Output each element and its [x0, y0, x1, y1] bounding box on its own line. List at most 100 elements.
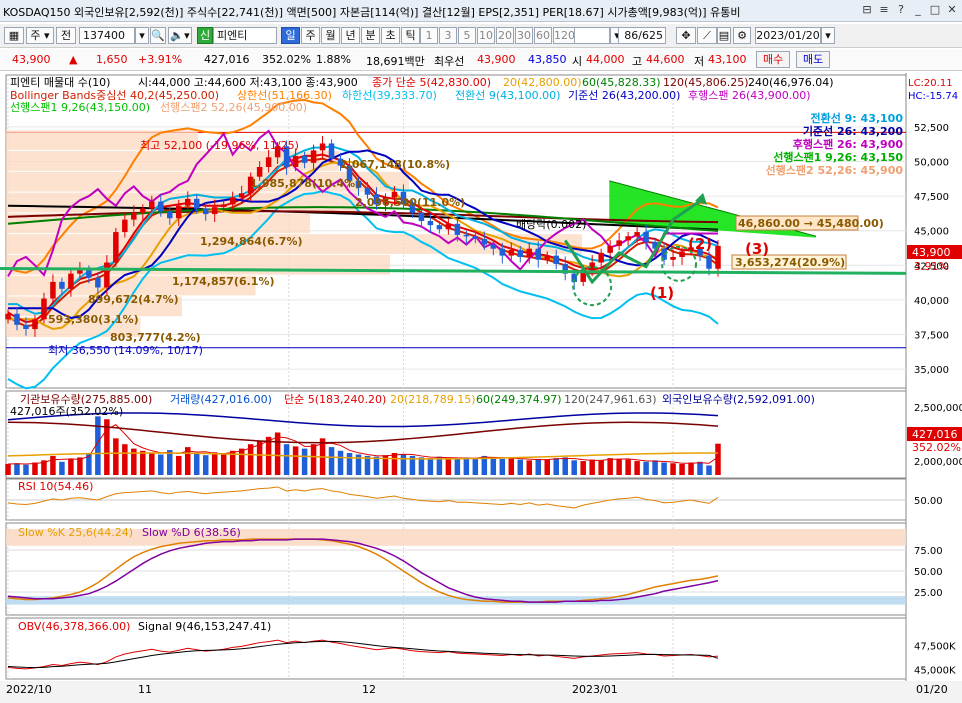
interval-tab-5[interactable]: 초: [381, 27, 400, 44]
minute-option-3[interactable]: 3: [439, 27, 457, 44]
menu-icon[interactable]: ≡: [877, 3, 891, 17]
candle-body-55: [499, 248, 506, 256]
volume-bar-24: [220, 453, 227, 475]
legend-vol-ma5: 단순 5(183,240.20): [284, 393, 386, 406]
window-titlebar: KOSDAQ150 외국인보유[2,592(천)] 주식수[22,741(천)]…: [0, 0, 962, 22]
candle-body-61: [553, 255, 559, 264]
candle-body-26: [238, 193, 245, 198]
interval-tab-6[interactable]: 틱: [401, 27, 420, 44]
stock-name-field: 피엔티: [213, 27, 277, 44]
candle-body-70: [634, 232, 640, 237]
volume-bar-51: [463, 457, 470, 475]
candle-body-71: [643, 232, 649, 242]
draw-tool-icon[interactable]: ⟋: [697, 27, 717, 44]
market-dropdown[interactable]: 주 ▾: [26, 27, 54, 44]
candle-body-18: [167, 211, 173, 219]
code-input[interactable]: 137400: [79, 27, 135, 44]
candle-body-11: [104, 262, 110, 288]
volume-bar-58: [526, 460, 533, 475]
candle-body-20: [184, 198, 191, 206]
stoch-tick-1: 50.00: [914, 567, 943, 578]
search-icon[interactable]: 🔍: [150, 27, 166, 44]
interval-tab-2[interactable]: 월: [321, 27, 340, 44]
volume-bar-54: [490, 458, 497, 475]
speaker-icon[interactable]: 🔈▾: [168, 27, 192, 44]
chart-canvas[interactable]: 52,50050,00047,50045,00042,50040,00037,5…: [0, 73, 962, 703]
volume-bar-52: [472, 458, 479, 475]
minute-option-10[interactable]: 10: [477, 27, 495, 44]
volume-bar-31: [283, 444, 290, 475]
interval-tab-0[interactable]: 일: [281, 27, 300, 44]
legend-vol-ma20: 20(218,789.15): [390, 393, 476, 406]
chart-tool-icon[interactable]: ▤: [717, 27, 731, 44]
minimize-button[interactable]: _: [911, 3, 925, 17]
price-change-pct: +3.91%: [138, 53, 183, 66]
volume-bar-63: [571, 460, 577, 475]
date-dropdown-icon[interactable]: ▾: [821, 27, 835, 44]
link-icon[interactable]: ⊟: [860, 3, 874, 17]
custom-minute-input[interactable]: [574, 27, 610, 44]
candle-body-17: [158, 201, 164, 212]
layout-icon[interactable]: ▦: [4, 27, 24, 44]
quote-bar: 43,900 ▲ 1,650 +3.91% 427,016 352.02% 1.…: [0, 49, 962, 71]
volume-bar-65: [589, 459, 595, 475]
window-title: KOSDAQ150 외국인보유[2,592(천)] 주식수[22,741(천)]…: [3, 6, 741, 19]
legend-lagging: 후행스팬 26(43,900.00): [688, 89, 811, 102]
box-lagging: 후행스팬 26: 43,900: [793, 137, 904, 151]
legend-conversion: 전환선 9(43,100.00): [455, 89, 560, 102]
candle-body-49: [445, 223, 452, 230]
obv-tick-0: 47,500K: [914, 641, 956, 652]
candle-body-51: [463, 234, 470, 237]
candle-body-7: [68, 273, 74, 289]
settings-gear-icon[interactable]: ⚙: [733, 27, 751, 44]
volume-bar-30: [274, 432, 281, 475]
candle-body-14: [131, 212, 137, 220]
volume-bar-5: [50, 455, 56, 475]
volume-profile-5: 1,174,857(6.1%): [172, 275, 275, 288]
volume-bar-76: [688, 462, 694, 475]
volume-bar-43: [391, 453, 398, 475]
pct-tag: 3.91%: [914, 260, 949, 273]
close-button[interactable]: ✕: [945, 3, 959, 17]
high-price: 44,600: [646, 53, 685, 66]
legend-obv: OBV(46,378,366.00): [18, 620, 130, 633]
minute-option-120[interactable]: 120: [553, 27, 575, 44]
volume-profile-6: 899,672(4.7%): [88, 293, 179, 306]
volume-bar-26: [238, 448, 245, 475]
help-icon[interactable]: ?: [894, 3, 908, 17]
minute-option-60[interactable]: 60: [534, 27, 552, 44]
minute-option-1[interactable]: 1: [420, 27, 438, 44]
legend-vol-ma60: 60(249,374.97): [476, 393, 562, 406]
candle-body-5: [50, 281, 56, 299]
maximize-button[interactable]: □: [928, 3, 942, 17]
date-field[interactable]: 2023/01/20: [755, 27, 821, 44]
candle-body-16: [149, 201, 155, 209]
candle-body-28: [256, 167, 263, 177]
candle-body-46: [418, 212, 425, 221]
candle-body-54: [490, 244, 497, 249]
low-price: 43,100: [708, 53, 747, 66]
candle-body-52: [472, 236, 479, 239]
candle-body-58: [526, 248, 533, 257]
prev-button[interactable]: 전: [56, 27, 76, 44]
sell-button[interactable]: 매도: [796, 51, 831, 68]
volume-left-label: 427,016주(352.02%): [10, 405, 123, 418]
minute-option-20[interactable]: 20: [496, 27, 514, 44]
minute-option-30[interactable]: 30: [515, 27, 533, 44]
candle-body-48: [436, 225, 443, 230]
bar-count-field[interactable]: 86/625: [618, 27, 666, 44]
volume-bar-22: [202, 455, 209, 475]
interval-tab-1[interactable]: 주: [301, 27, 320, 44]
interval-tab-4[interactable]: 분: [361, 27, 380, 44]
candle-body-36: [328, 143, 335, 159]
minute-option-5[interactable]: 5: [458, 27, 476, 44]
volume-bar-78: [706, 465, 712, 475]
price-tick-1: 50,000: [914, 157, 949, 168]
low-label: 저: [694, 55, 705, 68]
volume-bar-2: [23, 464, 29, 475]
interval-tab-3[interactable]: 년: [341, 27, 360, 44]
high-annotation: 최고 52,100 (-19.96%, 11/25): [140, 139, 299, 152]
crosshair-icon[interactable]: ✥: [676, 27, 696, 44]
buy-button[interactable]: 매수: [756, 51, 791, 68]
code-dropdown-icon[interactable]: ▾: [135, 27, 149, 44]
